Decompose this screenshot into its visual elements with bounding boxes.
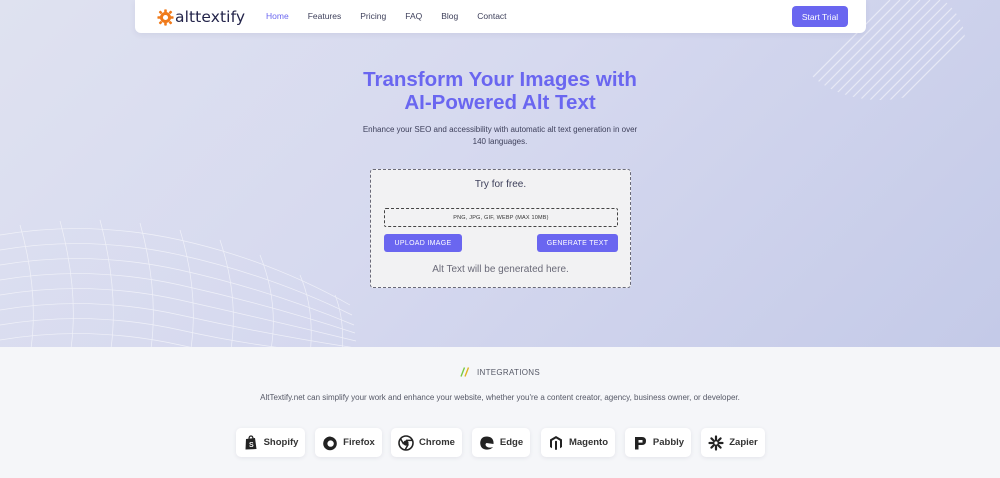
nav-link-blog[interactable]: Blog [441, 11, 458, 21]
integration-name: Edge [499, 437, 524, 448]
edge-icon [480, 436, 494, 450]
nav-link-contact[interactable]: Contact [477, 11, 506, 21]
generate-text-button[interactable]: GENERATE TEXT [537, 234, 618, 252]
zapier-icon [708, 434, 724, 451]
nav-link-features[interactable]: Features [308, 11, 342, 21]
integration-name: Pabbly [652, 437, 685, 448]
gear-logo-icon [157, 8, 174, 26]
hero-title-line1: Transform Your Images with [363, 68, 637, 91]
integrations-description: AltTextify.net can simplify your work an… [260, 393, 740, 402]
upload-image-button[interactable]: UPLOAD IMAGE [384, 234, 462, 252]
alt-text-output: Alt Text will be generated here. [432, 264, 569, 275]
integration-name: Firefox [343, 437, 375, 448]
integrations-label: INTEGRATIONS [476, 367, 540, 377]
nav-link-pricing[interactable]: Pricing [360, 11, 386, 21]
try-tool-panel: Try for free. PNG, JPG, GIF, WEBP (MAX 1… [370, 169, 631, 288]
integration-card-shopify[interactable]: S Shopify [236, 428, 305, 457]
integration-card-chrome[interactable]: Chrome [391, 428, 462, 457]
wave-mesh-decoration [0, 219, 357, 347]
slashes-icon [460, 367, 470, 377]
integration-card-pabbly[interactable]: Pabbly [625, 428, 691, 457]
firefox-icon [323, 435, 337, 450]
hero-subtitle: Enhance your SEO and accessibility with … [362, 125, 638, 146]
svg-text:S: S [249, 442, 254, 449]
integration-card-zapier[interactable]: Zapier [701, 428, 765, 457]
chrome-icon [398, 434, 414, 451]
file-dropzone[interactable]: PNG, JPG, GIF, WEBP (MAX 10MB) [384, 208, 618, 227]
brand-name: alttextify [175, 8, 246, 26]
hero-title-line2: AI-Powered Alt Text [404, 91, 596, 114]
shopify-icon: S [245, 434, 257, 449]
nav-links: Home Features Pricing FAQ Blog Contact [266, 11, 526, 21]
integration-name: Shopify [263, 437, 299, 448]
integration-name: Chrome [419, 437, 455, 448]
integration-name: Magento [568, 437, 609, 448]
nav-link-faq[interactable]: FAQ [405, 11, 422, 21]
hero-title: Transform Your Images with AI-Powered Al… [0, 68, 1000, 114]
integrations-heading: INTEGRATIONS [0, 367, 1000, 377]
hero-section: alttextify Home Features Pricing FAQ Blo… [0, 0, 1000, 347]
pabbly-icon [634, 436, 646, 449]
integration-card-magento[interactable]: Magento [541, 428, 615, 457]
integration-card-edge[interactable]: Edge [472, 428, 530, 457]
nav-link-home[interactable]: Home [266, 11, 289, 21]
magento-icon [549, 435, 562, 450]
try-title: Try for free. [474, 179, 527, 190]
start-trial-button[interactable]: Start Trial [792, 6, 848, 27]
integration-card-firefox[interactable]: Firefox [315, 428, 382, 457]
top-navbar: alttextify Home Features Pricing FAQ Blo… [135, 0, 866, 33]
brand-logo[interactable]: alttextify [157, 7, 245, 27]
integration-name: Zapier [729, 437, 758, 448]
